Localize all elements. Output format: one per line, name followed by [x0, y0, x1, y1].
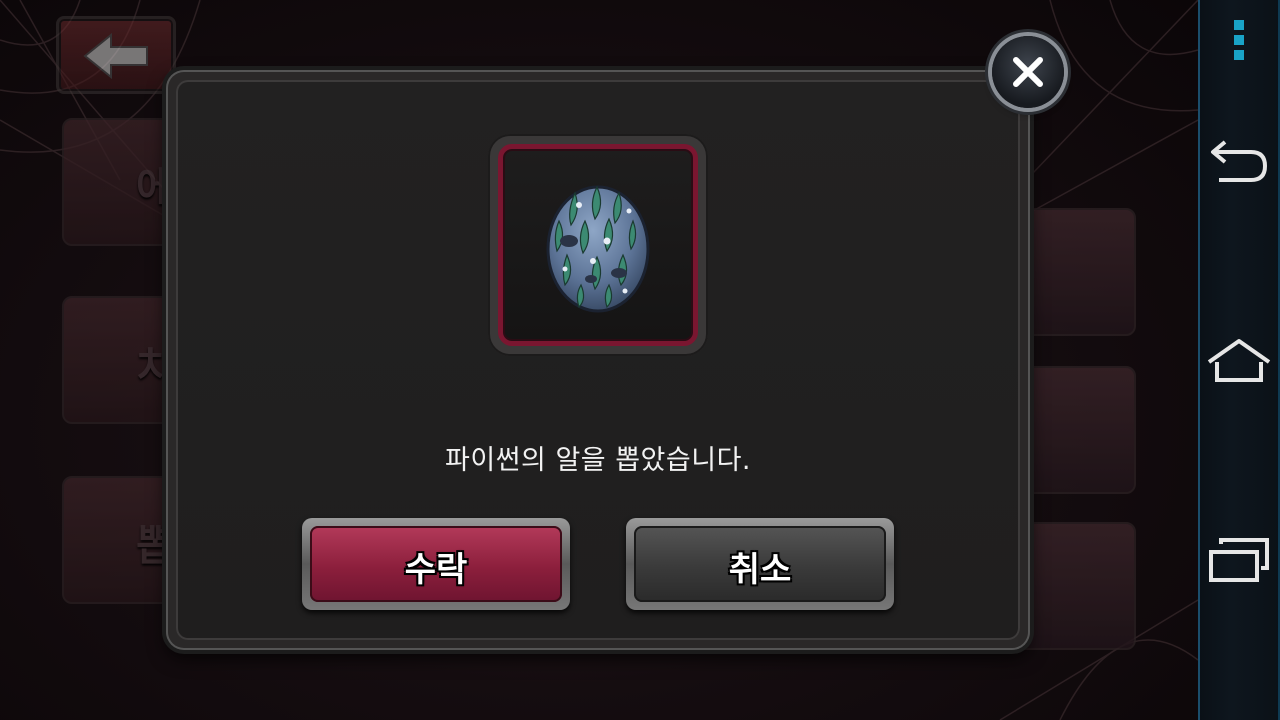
recent-apps-icon [1209, 538, 1269, 582]
cancel-button-face: 취소 [634, 526, 886, 602]
back-nav-button[interactable] [1198, 138, 1280, 184]
accept-button[interactable]: 수락 [302, 518, 570, 610]
cancel-button[interactable]: 취소 [626, 518, 894, 610]
accept-button-face: 수락 [310, 526, 562, 602]
back-arrow-icon [83, 33, 148, 79]
home-icon [1207, 339, 1271, 382]
back-button[interactable] [56, 16, 176, 94]
system-navigation-bar [1198, 0, 1280, 720]
recent-apps-nav-button[interactable] [1198, 536, 1280, 584]
close-icon [1013, 57, 1043, 87]
accept-button-label: 수락 [404, 550, 468, 590]
home-nav-button[interactable] [1198, 338, 1280, 384]
python-egg-icon [546, 185, 650, 313]
overflow-menu-button[interactable] [1198, 18, 1280, 62]
close-button[interactable] [992, 36, 1064, 108]
menu-dots-icon [1234, 20, 1244, 60]
back-icon [1211, 140, 1268, 182]
item-slot [498, 144, 698, 346]
cancel-button-label: 취소 [728, 550, 792, 590]
dialog-message: 파이썬의 알을 뽑았습니다. [445, 445, 751, 476]
item-frame [488, 134, 708, 356]
